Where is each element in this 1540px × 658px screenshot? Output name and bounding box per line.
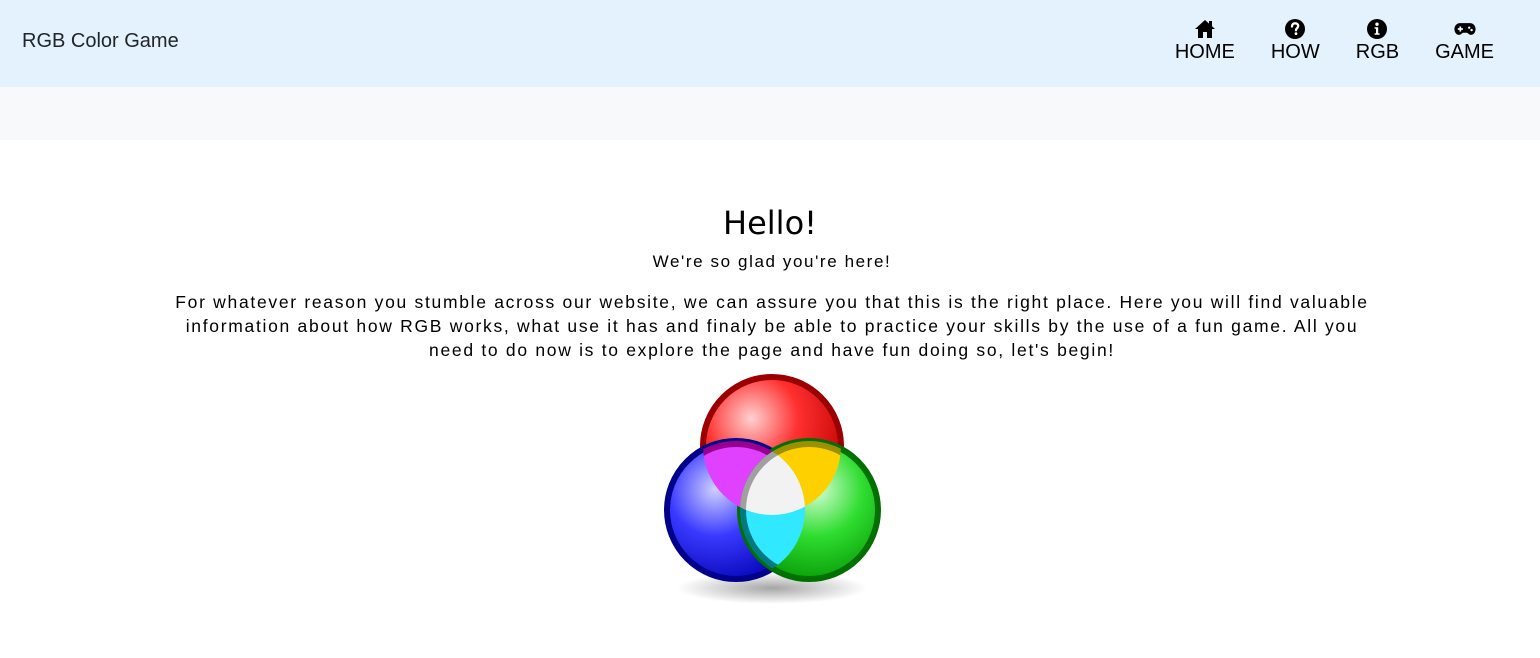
nav-label-how: HOW: [1270, 41, 1320, 63]
gamepad-icon: [1453, 18, 1476, 40]
nav-label-rgb: RGB: [1355, 41, 1400, 63]
page-title: Hello!: [723, 204, 817, 242]
home-icon: [1194, 18, 1216, 40]
nav-label-game: GAME: [1435, 41, 1494, 63]
nav-item-rgb[interactable]: RGB: [1338, 18, 1417, 64]
page-subtitle: We're so glad you're here!: [652, 252, 892, 271]
info-circle-icon: [1366, 18, 1388, 40]
nav-item-home[interactable]: HOME: [1157, 18, 1253, 64]
nav-list: HOME HOW RGB GAME: [1157, 18, 1512, 64]
nav-item-game[interactable]: GAME: [1417, 18, 1512, 64]
brand-link[interactable]: RGB Color Game: [22, 30, 179, 53]
nav-item-how[interactable]: HOW: [1253, 18, 1338, 64]
navbar: RGB Color Game HOME HOW RGB GAME: [0, 0, 1540, 87]
intro-paragraph: For whatever reason you stumble across o…: [175, 292, 1369, 360]
main-content: Hello! We're so glad you're here! For wh…: [0, 140, 1540, 658]
nav-label-home: HOME: [1174, 41, 1235, 63]
question-circle-icon: [1284, 18, 1306, 40]
sub-header-bar: [0, 87, 1540, 140]
rgb-venn-image: [655, 373, 890, 613]
